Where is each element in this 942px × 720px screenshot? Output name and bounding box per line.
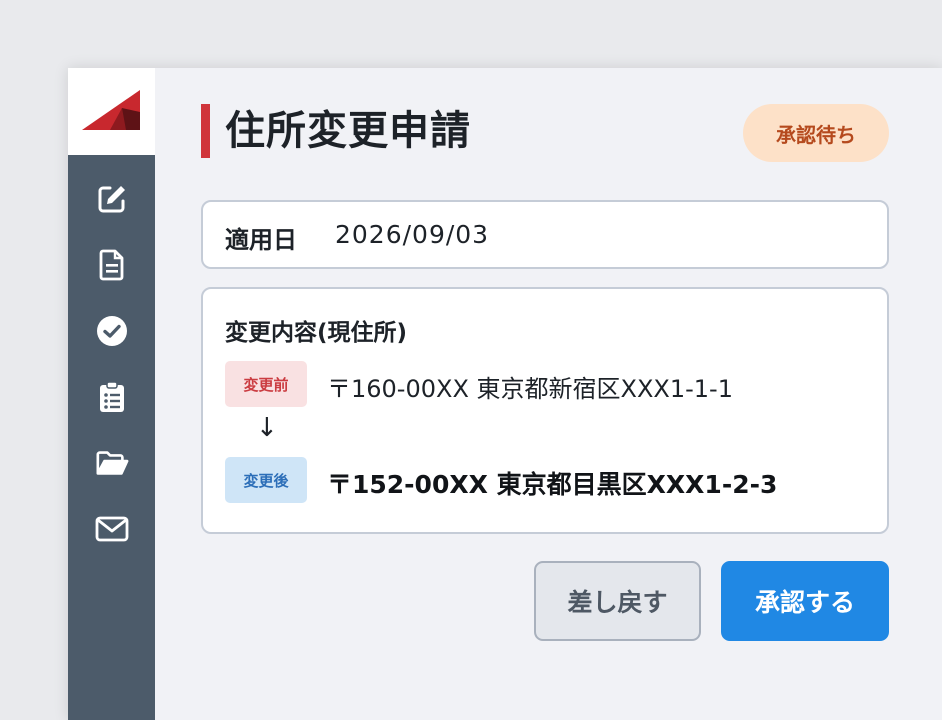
before-tag: 変更前 bbox=[225, 361, 307, 407]
main-content: 住所変更申請 承認待ち 適用日 2026/09/03 変更内容(現住所) 変更前… bbox=[155, 68, 942, 720]
edit-icon[interactable] bbox=[95, 182, 129, 216]
app-window: 住所変更申請 承認待ち 適用日 2026/09/03 変更内容(現住所) 変更前… bbox=[68, 68, 942, 720]
down-arrow-icon: ↓ bbox=[256, 413, 278, 443]
logo-mark bbox=[82, 90, 140, 130]
before-address: 〒160-00XX 東京都新宿区XXX1-1-1 bbox=[327, 375, 733, 403]
change-details-card: 変更内容(現住所) 変更前 〒160-00XX 東京都新宿区XXX1-1-1 ↓… bbox=[201, 287, 889, 534]
title-accent-bar bbox=[201, 104, 210, 158]
document-icon[interactable] bbox=[95, 248, 129, 282]
after-tag: 変更後 bbox=[225, 457, 307, 503]
after-address: 〒152-00XX 東京都目黒区XXX1-2-3 bbox=[327, 470, 778, 499]
logo bbox=[68, 68, 155, 155]
change-heading: 変更内容(現住所) bbox=[225, 320, 408, 346]
mail-icon[interactable] bbox=[95, 512, 129, 546]
folder-open-icon[interactable] bbox=[95, 446, 129, 480]
return-button[interactable]: 差し戻す bbox=[534, 561, 701, 641]
effective-date-value: 2026/09/03 bbox=[335, 220, 490, 249]
status-badge: 承認待ち bbox=[743, 104, 889, 162]
effective-date-card: 適用日 2026/09/03 bbox=[201, 200, 889, 269]
approve-button[interactable]: 承認する bbox=[721, 561, 889, 641]
sidebar bbox=[68, 68, 155, 720]
clipboard-list-icon[interactable] bbox=[95, 380, 129, 414]
page-title: 住所変更申請 bbox=[225, 108, 471, 154]
check-circle-icon[interactable] bbox=[95, 314, 129, 348]
effective-date-label: 適用日 bbox=[225, 226, 297, 254]
